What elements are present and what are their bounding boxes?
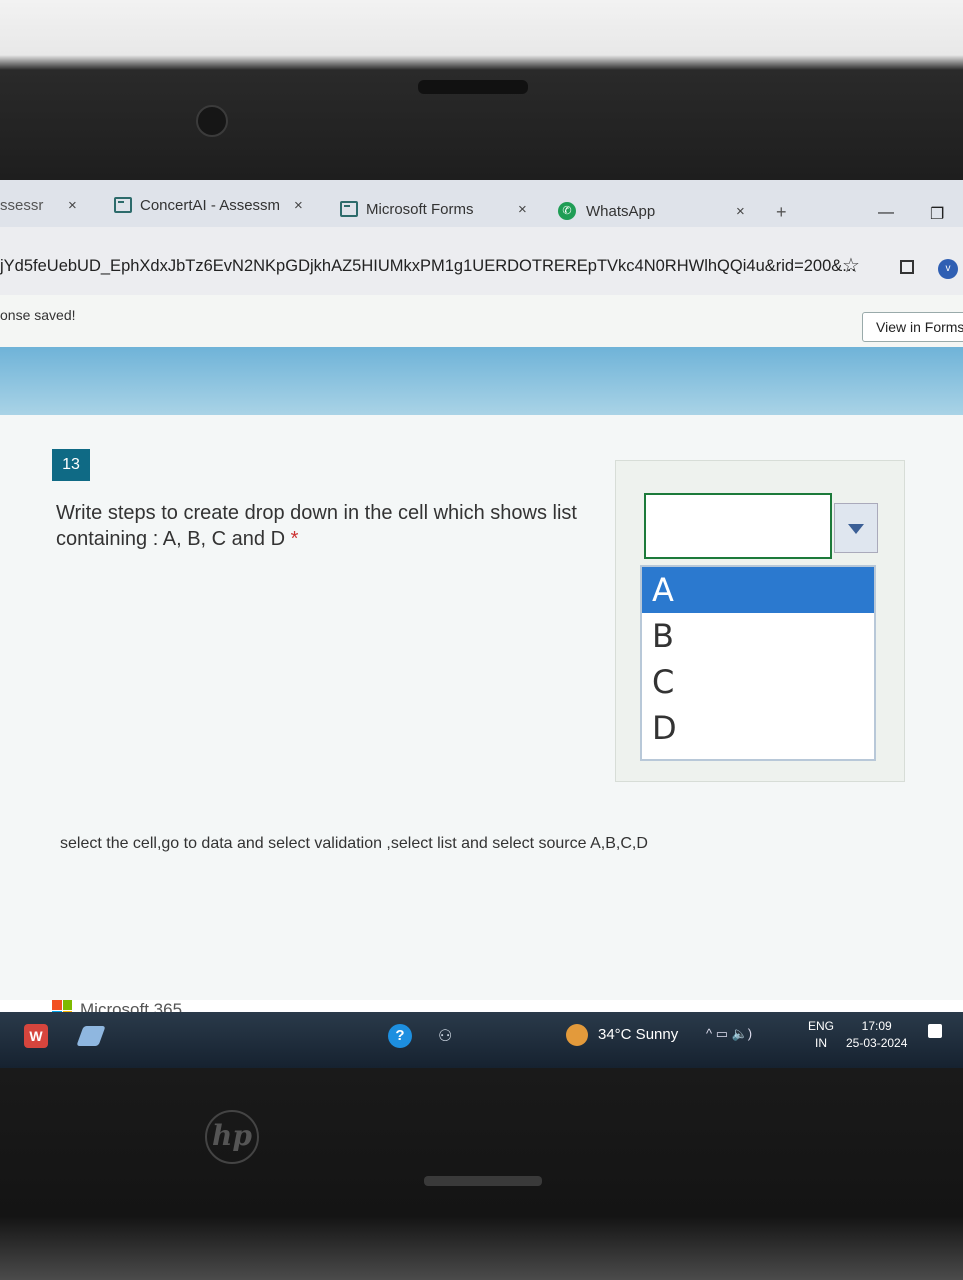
tab-close-icon[interactable]: ×: [294, 197, 303, 214]
tab-label: ssessr: [0, 196, 44, 214]
clock[interactable]: 17:09 25-03-2024: [846, 1018, 907, 1052]
forms-icon: [340, 201, 358, 217]
weather-text[interactable]: 34°C Sunny: [598, 1026, 678, 1043]
laptop-bezel-top: [0, 0, 963, 180]
save-status: onse saved!: [0, 307, 76, 323]
system-tray-icons[interactable]: ^ ▭ 🔈): [706, 1026, 752, 1042]
weather-icon[interactable]: [566, 1024, 588, 1046]
list-item: C: [652, 663, 675, 701]
laptop-hinge: [424, 1176, 542, 1186]
view-in-forms-button[interactable]: View in Forms: [862, 312, 963, 342]
new-tab-button[interactable]: +: [776, 202, 787, 223]
list-item: A: [642, 567, 874, 613]
forms-icon: [114, 197, 132, 213]
tab-concertai[interactable]: ConcertAI - Assessm ×: [114, 192, 303, 218]
tab-assessment[interactable]: ssessr ×: [0, 192, 77, 218]
language-code: ENG: [808, 1019, 835, 1033]
windows-taskbar: W ? ⚇ 34°C Sunny ^ ▭ 🔈) ENG IN 17:09 25-…: [0, 1012, 963, 1068]
excel-cell: [644, 493, 832, 559]
minimize-button[interactable]: —: [878, 204, 894, 222]
laptop-bezel-bottom: [0, 1068, 963, 1280]
clock-time: 17:09: [861, 1019, 892, 1033]
form-header-banner: [0, 347, 963, 415]
profile-avatar[interactable]: v: [938, 259, 958, 279]
people-icon[interactable]: ⚇: [438, 1026, 452, 1046]
list-item: B: [652, 617, 674, 655]
answer-text[interactable]: select the cell,go to data and select va…: [60, 835, 648, 853]
webcam: [196, 105, 228, 137]
dropdown-illustration: A B C D: [615, 460, 905, 782]
address-bar: jYd5feUebUD_EphXdxJbTz6EvN2NKpGDjkhAZ5HI…: [0, 227, 963, 296]
tab-close-icon[interactable]: ×: [736, 203, 745, 220]
forms-status-bar: onse saved! View in Forms: [0, 295, 963, 347]
bezel-notch: [418, 80, 528, 94]
required-marker: *: [285, 528, 299, 550]
dropdown-list: A B C D: [640, 565, 876, 761]
region-code: IN: [815, 1036, 827, 1050]
clock-date: 25-03-2024: [846, 1036, 908, 1050]
notification-icon[interactable]: [928, 1024, 942, 1038]
language-indicator[interactable]: ENG IN: [808, 1018, 834, 1052]
tab-label: ConcertAI - Assessm: [140, 196, 281, 214]
tab-label: Microsoft Forms: [366, 200, 474, 218]
tab-microsoft-forms[interactable]: Microsoft Forms ×: [340, 196, 527, 222]
question-text: Write steps to create drop down in the c…: [56, 500, 596, 552]
tab-close-icon[interactable]: ×: [68, 197, 77, 214]
bookmark-star-icon[interactable]: ☆: [842, 253, 860, 278]
tab-close-icon[interactable]: ×: [518, 201, 527, 218]
restore-button[interactable]: ❐: [930, 204, 944, 224]
help-icon[interactable]: ?: [388, 1024, 412, 1048]
browser-tab-bar: ssessr × ConcertAI - Assessm × Microsoft…: [0, 180, 963, 227]
whatsapp-icon: ✆: [558, 202, 576, 220]
url-field[interactable]: jYd5feUebUD_EphXdxJbTz6EvN2NKpGDjkhAZ5HI…: [0, 257, 856, 276]
sidebar-toggle-icon[interactable]: [900, 260, 914, 274]
question-number: 13: [52, 449, 90, 481]
tab-whatsapp[interactable]: ✆ WhatsApp ×: [558, 198, 745, 224]
laptop-screen: ssessr × ConcertAI - Assessm × Microsoft…: [0, 180, 963, 1068]
list-item: D: [652, 709, 677, 747]
question-card: 13 Write steps to create drop down in th…: [0, 415, 963, 1000]
pen-app-icon[interactable]: [76, 1026, 106, 1046]
tab-label: WhatsApp: [586, 202, 656, 220]
wps-app-icon[interactable]: W: [24, 1024, 48, 1048]
dropdown-arrow-icon: [834, 503, 878, 553]
hp-logo: hp: [205, 1110, 259, 1164]
question-label: Write steps to create drop down in the c…: [56, 502, 577, 550]
